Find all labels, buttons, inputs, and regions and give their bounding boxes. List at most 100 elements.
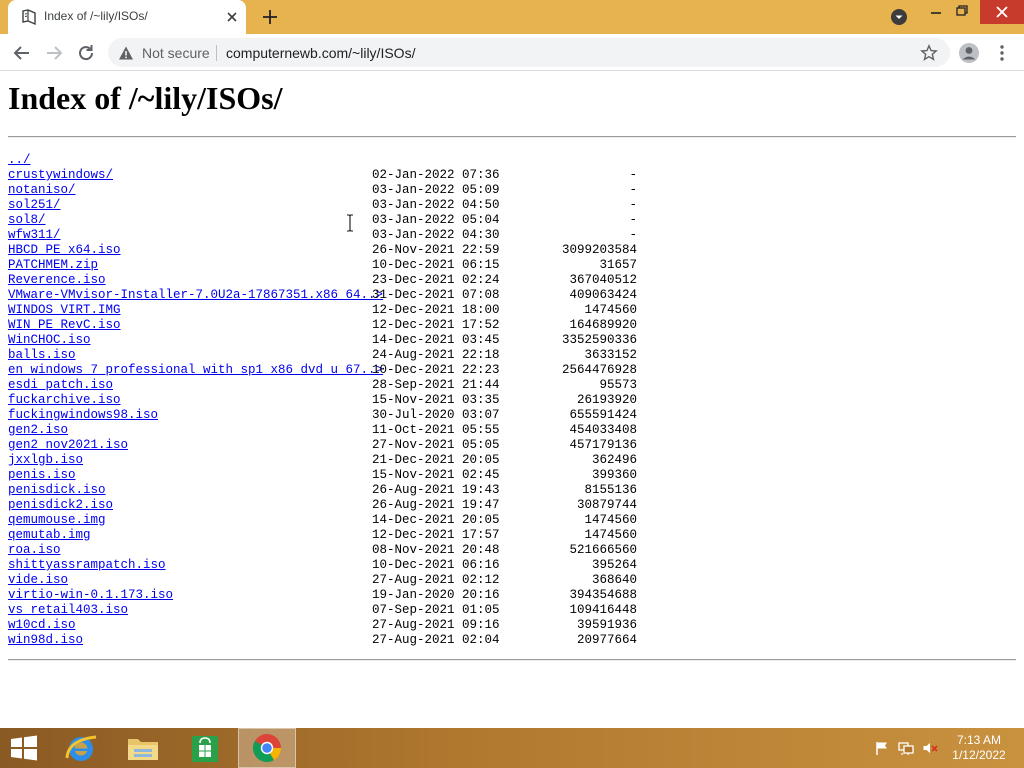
window-close-icon[interactable] xyxy=(980,0,1024,24)
file-date: 03-Jan-2022 04:50 xyxy=(372,198,500,212)
directory-listing: ../crustywindows/02-Jan-2022 07:36- notan… xyxy=(8,153,1008,648)
reload-icon[interactable] xyxy=(74,41,98,65)
file-link[interactable]: penisdick.iso xyxy=(8,483,106,498)
tab-title: Index of /~lily/ISOs/ xyxy=(44,9,148,23)
windows-start-icon[interactable] xyxy=(8,734,40,762)
file-size: 655591424 xyxy=(569,408,637,422)
file-link[interactable]: penisdick2.iso xyxy=(8,498,113,513)
listing-row: qemumouse.img 14-Dec-2021 20:05 1474560 xyxy=(8,513,1008,528)
file-date: 10-Dec-2021 06:16 xyxy=(372,558,500,572)
volume-muted-icon[interactable] xyxy=(922,740,938,756)
back-arrow-icon[interactable] xyxy=(10,41,34,65)
listing-row: virtio-win-0.1.173.iso 19-Jan-2020 20:16 3… xyxy=(8,588,1008,603)
file-size: 457179136 xyxy=(569,438,637,452)
file-link[interactable]: ../ xyxy=(8,153,31,168)
listing-row: en_windows_7_professional_with_sp1_x86_d… xyxy=(8,363,1008,378)
listing-row: WINDOS_VIRT.IMG 12-Dec-2021 18:00 1474560 xyxy=(8,303,1008,318)
file-link[interactable]: roa.iso xyxy=(8,543,61,558)
address-bar[interactable]: Not secure computernewb.com/~lily/ISOs/ xyxy=(108,38,950,67)
kebab-menu-icon[interactable] xyxy=(994,42,1010,64)
page-title: Index of /~lily/ISOs/ xyxy=(8,80,283,116)
file-link[interactable]: fuckarchive.iso xyxy=(8,393,121,408)
file-size: 409063424 xyxy=(569,288,637,302)
network-icon[interactable] xyxy=(898,740,914,756)
security-label[interactable]: Not secure xyxy=(142,45,210,61)
file-size: 164689920 xyxy=(569,318,637,332)
file-link[interactable]: jxxlgb.iso xyxy=(8,453,83,468)
file-link[interactable]: wfw311/ xyxy=(8,228,61,243)
file-link[interactable]: win98d.iso xyxy=(8,633,83,648)
taskbar-chrome[interactable] xyxy=(238,728,296,768)
file-link[interactable]: PATCHMEM.zip xyxy=(8,258,98,273)
file-link[interactable]: w10cd.iso xyxy=(8,618,76,633)
file-size: - xyxy=(629,228,637,242)
star-icon[interactable] xyxy=(920,44,938,62)
file-link[interactable]: gen2_nov2021.iso xyxy=(8,438,128,453)
file-date: 27-Aug-2021 09:16 xyxy=(372,618,500,632)
file-size: 3099203584 xyxy=(561,243,637,257)
file-link[interactable]: esdi_patch.iso xyxy=(8,378,113,393)
browser-toolbar: Not secure computernewb.com/~lily/ISOs/ xyxy=(0,34,1024,71)
restore-icon[interactable] xyxy=(946,0,978,24)
file-date: 27-Aug-2021 02:04 xyxy=(372,633,500,647)
file-size: 31657 xyxy=(599,258,637,272)
file-link[interactable]: WinCHOC.iso xyxy=(8,333,91,348)
file-link[interactable]: qemumouse.img xyxy=(8,513,106,528)
file-link[interactable]: fuckingwindows98.iso xyxy=(8,408,158,423)
file-link[interactable]: shittyassrampatch.iso xyxy=(8,558,166,573)
file-size: 8155136 xyxy=(584,483,637,497)
file-link[interactable]: virtio-win-0.1.173.iso xyxy=(8,588,173,603)
browser-tab[interactable]: Index of /~lily/ISOs/ xyxy=(8,0,246,34)
file-link[interactable]: Reverence.iso xyxy=(8,273,106,288)
file-link[interactable]: qemutab.img xyxy=(8,528,91,543)
file-size: - xyxy=(629,213,637,227)
profile-icon[interactable] xyxy=(957,42,981,64)
plus-icon[interactable] xyxy=(260,7,280,27)
tab-search-icon[interactable] xyxy=(890,8,908,26)
info-icon[interactable] xyxy=(118,45,134,61)
forward-arrow-icon[interactable] xyxy=(42,41,66,65)
file-date: 19-Jan-2020 20:16 xyxy=(372,588,500,602)
file-link[interactable]: notaniso/ xyxy=(8,183,76,198)
file-link[interactable]: vide.iso xyxy=(8,573,68,588)
file-date: 31-Dec-2021 07:08 xyxy=(372,288,500,302)
taskbar-file-explorer[interactable] xyxy=(114,728,172,768)
file-size: 368640 xyxy=(591,573,637,587)
file-date: 12-Dec-2021 18:00 xyxy=(372,303,500,317)
taskbar-internet-explorer[interactable] xyxy=(52,728,110,768)
file-date: 03-Jan-2022 05:04 xyxy=(372,213,500,227)
close-icon[interactable] xyxy=(224,9,240,25)
file-size: 1474560 xyxy=(584,528,637,542)
file-link[interactable]: gen2.iso xyxy=(8,423,68,438)
listing-row: roa.iso 08-Nov-2021 20:48 521666560 xyxy=(8,543,1008,558)
taskbar-store[interactable] xyxy=(176,728,234,768)
listing-row: fuckingwindows98.iso 30-Jul-2020 03:07 655… xyxy=(8,408,1008,423)
file-date: 15-Nov-2021 03:35 xyxy=(372,393,500,407)
file-link[interactable]: VMware-VMvisor-Installer-7.0U2a-17867351… xyxy=(8,288,383,303)
file-link[interactable]: balls.iso xyxy=(8,348,76,363)
listing-row: balls.iso 24-Aug-2021 22:18 3633152 xyxy=(8,348,1008,363)
omnibox-divider xyxy=(216,45,217,61)
file-link[interactable]: penis.iso xyxy=(8,468,76,483)
file-link[interactable]: en_windows_7_professional_with_sp1_x86_d… xyxy=(8,363,383,378)
taskbar-clock[interactable]: 7:13 AM 1/12/2022 xyxy=(944,733,1014,763)
file-link[interactable]: sol251/ xyxy=(8,198,61,213)
file-date: 21-Dec-2021 20:05 xyxy=(372,453,500,467)
listing-row: penisdick.iso 26-Aug-2021 19:43 8155136 xyxy=(8,483,1008,498)
listing-row: PATCHMEM.zip 10-Dec-2021 06:15 31657 xyxy=(8,258,1008,273)
file-link[interactable]: vs_retail403.iso xyxy=(8,603,128,618)
listing-row: WIN_PE_RevC.iso 12-Dec-2021 17:52 16468992… xyxy=(8,318,1008,333)
chrome-icon xyxy=(253,734,281,762)
file-link[interactable]: crustywindows/ xyxy=(8,168,113,183)
url-text[interactable]: computernewb.com/~lily/ISOs/ xyxy=(226,45,415,61)
file-link[interactable]: HBCD_PE_x64.iso xyxy=(8,243,121,258)
file-size: 367040512 xyxy=(569,273,637,287)
file-link[interactable]: WINDOS_VIRT.IMG xyxy=(8,303,121,318)
flag-icon[interactable] xyxy=(874,740,890,756)
listing-row: wfw311/03-Jan-2022 04:30 - xyxy=(8,228,1008,243)
file-date: 14-Dec-2021 03:45 xyxy=(372,333,500,347)
file-link[interactable]: WIN_PE_RevC.iso xyxy=(8,318,121,333)
file-link[interactable]: sol8/ xyxy=(8,213,46,228)
listing-row: HBCD_PE_x64.iso 26-Nov-2021 22:59 30992035… xyxy=(8,243,1008,258)
store-icon xyxy=(192,736,218,762)
